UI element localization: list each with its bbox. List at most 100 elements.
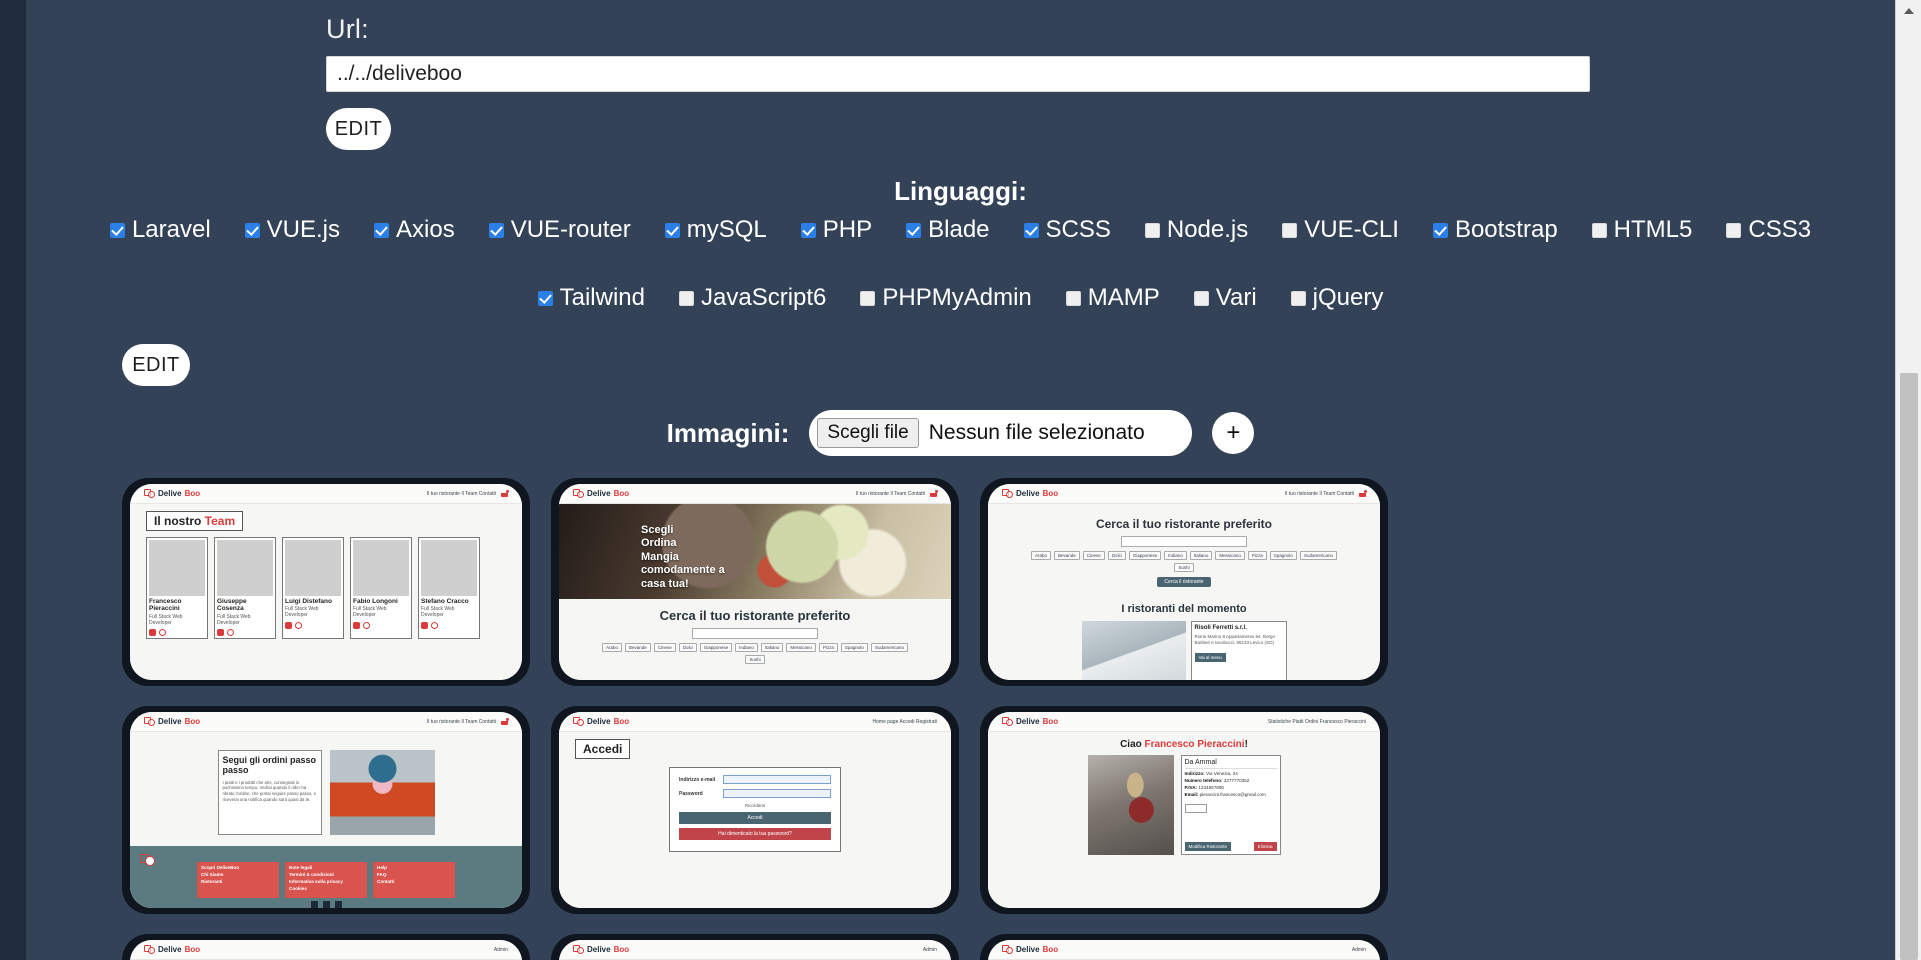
github-icon[interactable] [295,621,302,629]
add-image-button[interactable]: + [1212,412,1255,454]
checkbox-icon[interactable] [374,222,390,238]
choose-file-button[interactable]: Scegli file [817,418,919,448]
checkbox-icon[interactable] [488,222,504,238]
thumbnail-orders-page[interactable]: DeliveBoo Admin Lista ordini Statistiche… [551,934,959,960]
cuisine-chip[interactable]: Bevande [625,643,651,652]
cuisine-chip[interactable]: Arabo [1031,551,1052,560]
cuisine-chip[interactable]: Indiano [735,643,758,652]
linkedin-icon[interactable] [421,621,428,629]
file-input-wrapper[interactable]: Scegli file Nessun file selezionato [809,410,1193,456]
home-search-input[interactable] [692,628,818,639]
language-checkbox-tailwind[interactable]: Tailwind [537,284,645,312]
language-checkbox-vue-cli[interactable]: VUE-CLI [1282,216,1399,244]
checkbox-icon[interactable] [664,222,680,238]
thumbnail-profile-page[interactable]: Delive Boo Statistiche Piatti Ordini Fran… [980,706,1388,914]
cuisine-chip[interactable]: Giapponese [1128,551,1162,560]
edit-restaurant-button[interactable]: Modifica Ristorante [1184,842,1232,851]
cuisine-chip[interactable]: Giapponese [699,643,733,652]
language-checkbox-blade[interactable]: Blade [906,216,990,244]
checkbox-icon[interactable] [1726,222,1742,238]
search-submit-button[interactable]: Cerca il ristorante [1157,577,1211,587]
language-checkbox-html5[interactable]: HTML5 [1591,216,1692,244]
cuisine-chip[interactable]: Messicano [1215,551,1245,560]
password-field[interactable] [723,789,831,798]
checkbox-icon[interactable] [1432,222,1448,238]
footer-link[interactable]: Termini & condizioni [289,872,363,879]
scrollbar-thumb[interactable] [1900,373,1918,960]
github-icon[interactable] [227,629,234,637]
scroll-up-arrow-icon[interactable] [1896,0,1921,22]
checkbox-icon[interactable] [860,290,876,306]
language-checkbox-bootstrap[interactable]: Bootstrap [1432,216,1558,244]
search-page-input[interactable] [1121,536,1247,547]
github-icon[interactable] [159,629,166,637]
remember-me-label[interactable]: Ricordami [679,803,831,808]
thumbnail-home-page[interactable]: Delive Boo Il tuo ristorante Il Team Cont… [551,478,959,686]
footer-link[interactable]: Informativa sulla privacy [289,879,363,886]
checkbox-icon[interactable] [109,222,125,238]
github-icon[interactable] [431,621,438,629]
cuisine-chip[interactable]: Indiano [1164,551,1187,560]
checkbox-icon[interactable] [1290,290,1306,306]
cuisine-chip[interactable]: Spagnolo [840,643,868,652]
checkbox-icon[interactable] [1591,222,1607,238]
language-checkbox-mamp[interactable]: MAMP [1065,284,1160,312]
language-checkbox-axios[interactable]: Axios [374,216,455,244]
language-checkbox-css3[interactable]: CSS3 [1726,216,1811,244]
footer-link[interactable]: Cookies [289,886,363,893]
thumbnail-team-page[interactable]: Delive Boo Il tuo ristorante Il Team Cont… [122,478,530,686]
footer-link[interactable]: Chi Siamo [201,872,275,879]
github-icon[interactable] [363,621,370,629]
cuisine-chip[interactable]: Sushi [1174,563,1194,572]
language-checkbox-vue-js[interactable]: VUE.js [244,216,340,244]
checkbox-icon[interactable] [537,290,553,306]
view-menu-button[interactable]: Vai al menu [1194,652,1226,662]
language-checkbox-laravel[interactable]: Laravel [109,216,211,244]
footer-link[interactable]: FAQ [377,872,451,879]
vertical-scrollbar[interactable] [1895,0,1921,960]
cuisine-chip[interactable]: Cinese [1082,551,1105,560]
footer-link[interactable]: Contatti [377,879,451,886]
thumbnail-search-page[interactable]: Delive Boo Il tuo ristorante Il Team Cont… [980,478,1388,686]
checkbox-icon[interactable] [1023,222,1039,238]
cuisine-chip[interactable]: Sudamericano [870,643,908,652]
language-checkbox-jquery[interactable]: jQuery [1290,284,1383,312]
thumbnail-extra-1[interactable]: Delive Boo Admin [980,934,1388,960]
cuisine-chip[interactable]: Italiano [760,643,784,652]
language-checkbox-javascript6[interactable]: JavaScript6 [679,284,826,312]
language-checkbox-phpmyadmin[interactable]: PHPMyAdmin [860,284,1032,312]
language-checkbox-scss[interactable]: SCSS [1023,216,1111,244]
language-checkbox-vue-router[interactable]: VUE-router [488,216,631,244]
edit-url-button[interactable]: EDIT [326,108,391,150]
language-checkbox-vari[interactable]: Vari [1193,284,1257,312]
login-submit-button[interactable]: Accedi [679,812,831,824]
cuisine-chip[interactable]: Pizza [1247,551,1267,560]
cuisine-chip[interactable]: Arabo [602,643,623,652]
edit-languages-button[interactable]: EDIT [122,344,190,386]
footer-link[interactable]: Ristoranti [201,879,275,886]
cuisine-chip[interactable]: Sushi [745,655,765,664]
cuisine-chip[interactable]: Dolci [1107,551,1126,560]
checkbox-icon[interactable] [1282,222,1298,238]
restaurant-card[interactable]: Risoli Ferretti s.r.l. Rione Marino 8 Ap… [1190,621,1287,680]
checkbox-icon[interactable] [1193,290,1209,306]
language-checkbox-php[interactable]: PHP [800,216,872,244]
social-icons[interactable] [130,901,522,908]
checkbox-icon[interactable] [1065,290,1081,306]
cuisine-chip[interactable]: Bevande [1054,551,1080,560]
cuisine-chip[interactable]: Dolci [678,643,697,652]
cuisine-chip[interactable]: Messicano [786,643,816,652]
thumbnail-follow-orders-page[interactable]: Delive Boo Il tuo ristorante Il Team Cont… [122,706,530,914]
checkbox-icon[interactable] [1144,222,1160,238]
thumbnail-login-page[interactable]: Delive Boo Home page Accedi Registrati Ac… [551,706,959,914]
linkedin-icon[interactable] [217,629,224,637]
url-input[interactable] [326,56,1590,92]
delete-restaurant-button[interactable]: Elimina [1253,842,1277,851]
linkedin-icon[interactable] [353,621,360,629]
linkedin-icon[interactable] [149,629,156,637]
cuisine-chip[interactable]: Sudamericano [1299,551,1337,560]
language-checkbox-node-js[interactable]: Node.js [1144,216,1248,244]
cuisine-chip[interactable]: Spagnolo [1269,551,1297,560]
checkbox-icon[interactable] [244,222,260,238]
cuisine-chip[interactable]: Pizza [818,643,838,652]
